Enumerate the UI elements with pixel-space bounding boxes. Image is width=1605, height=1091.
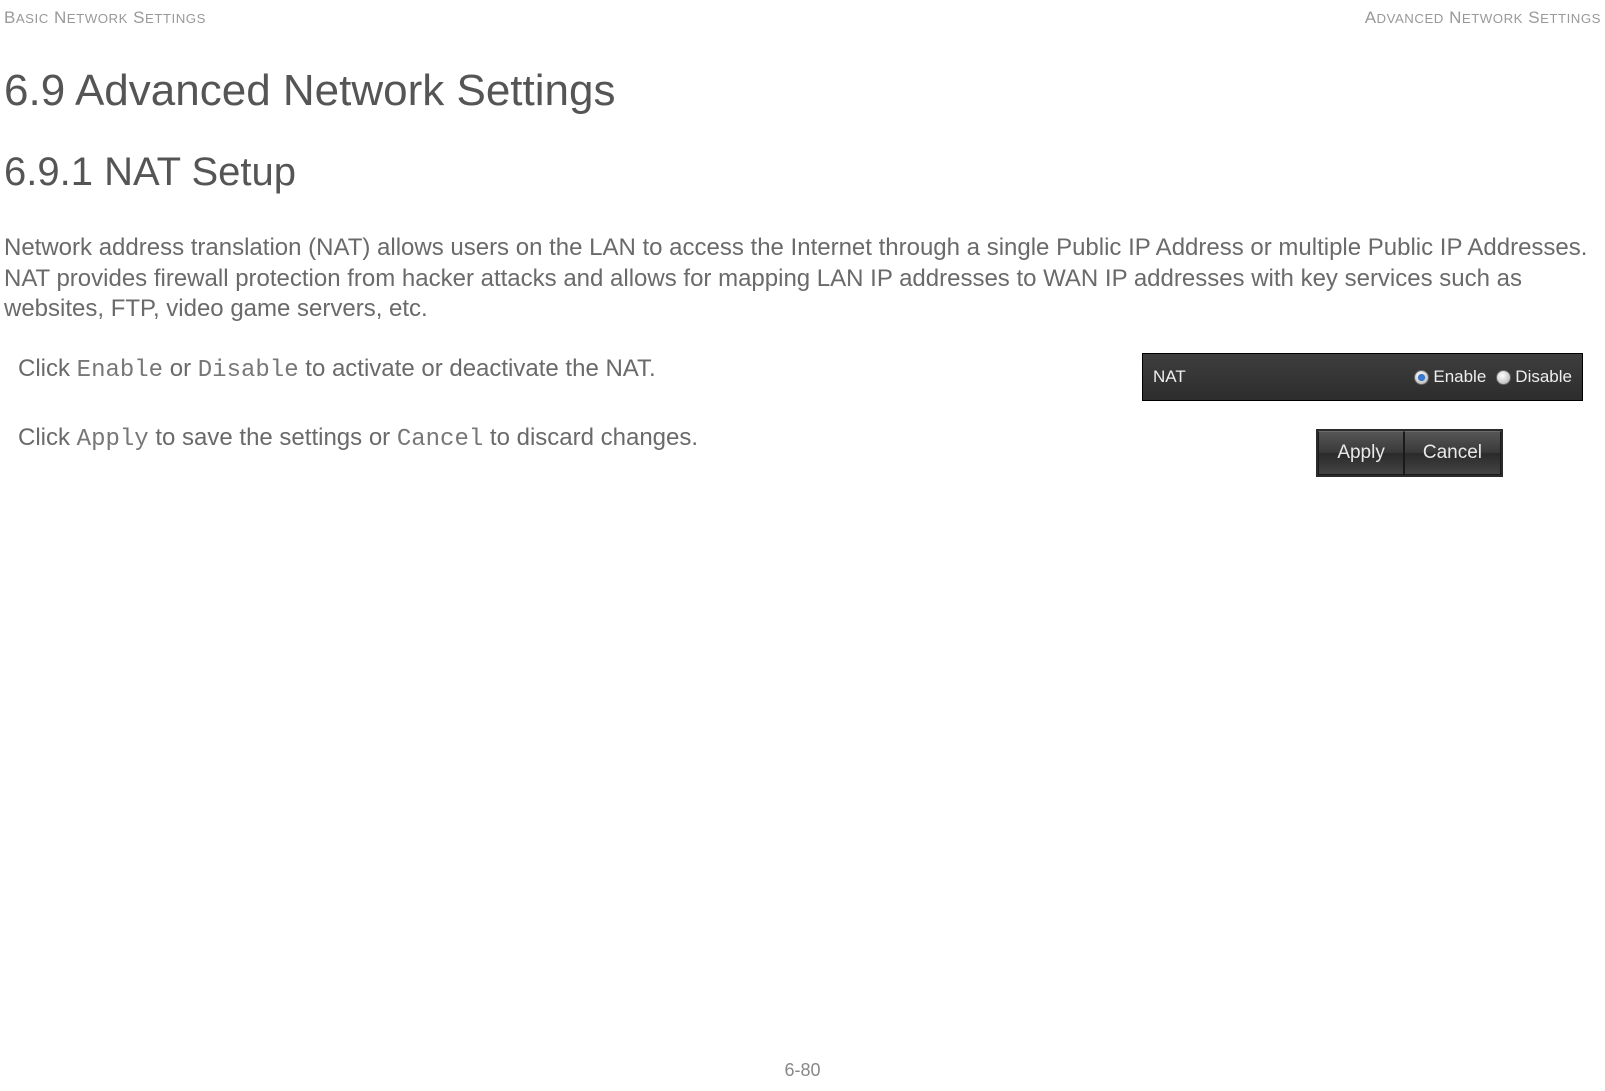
code-disable: Disable <box>198 357 299 384</box>
radio-label-disable: Disable <box>1515 367 1572 387</box>
intro-paragraph: Network address translation (NAT) allows… <box>4 233 1601 325</box>
code-enable: Enable <box>77 357 163 384</box>
instruction-apply-cancel: Click Apply to save the settings or Canc… <box>18 422 1081 455</box>
text: to discard changes. <box>483 424 698 451</box>
text: to save the settings or <box>149 424 397 451</box>
header-right: ADVANCED NETWORK SETTINGS <box>1365 8 1601 28</box>
two-column-row: Click Enable or Disable to activate or d… <box>4 353 1601 491</box>
instructions-column: Click Enable or Disable to activate or d… <box>4 353 1081 491</box>
nat-setting-row: NAT Enable Disable <box>1142 353 1583 401</box>
apply-button[interactable]: Apply <box>1318 431 1404 475</box>
text: Click <box>18 424 77 451</box>
apply-cancel-group: Apply Cancel <box>1316 429 1503 477</box>
code-apply: Apply <box>77 426 149 453</box>
cancel-button[interactable]: Cancel <box>1404 431 1501 475</box>
instruction-enable-disable: Click Enable or Disable to activate or d… <box>18 353 1081 386</box>
header-left: BASIC NETWORK SETTINGS <box>4 8 206 28</box>
nat-radio-group: Enable Disable <box>1414 367 1572 387</box>
radio-label-enable: Enable <box>1433 367 1486 387</box>
code-cancel: Cancel <box>397 426 483 453</box>
subsection-title: 6.9.1 NAT Setup <box>4 150 1601 195</box>
radio-icon <box>1496 370 1511 385</box>
page-number: 6-80 <box>784 1060 820 1080</box>
page-header: BASIC NETWORK SETTINGS ADVANCED NETWORK … <box>0 0 1605 28</box>
text: or <box>163 355 198 382</box>
text: to activate or deactivate the NAT. <box>299 355 656 382</box>
nat-radio-enable[interactable]: Enable <box>1414 367 1486 387</box>
page-content: 6.9 Advanced Network Settings 6.9.1 NAT … <box>0 28 1605 492</box>
text: Click <box>18 355 77 382</box>
radio-icon <box>1414 370 1429 385</box>
nat-label: NAT <box>1151 367 1186 387</box>
section-title: 6.9 Advanced Network Settings <box>4 66 1601 116</box>
nat-radio-disable[interactable]: Disable <box>1496 367 1572 387</box>
ui-screenshot-column: NAT Enable Disable Apply Cancel <box>1121 353 1601 477</box>
page-footer: 6-80 <box>0 1060 1605 1081</box>
